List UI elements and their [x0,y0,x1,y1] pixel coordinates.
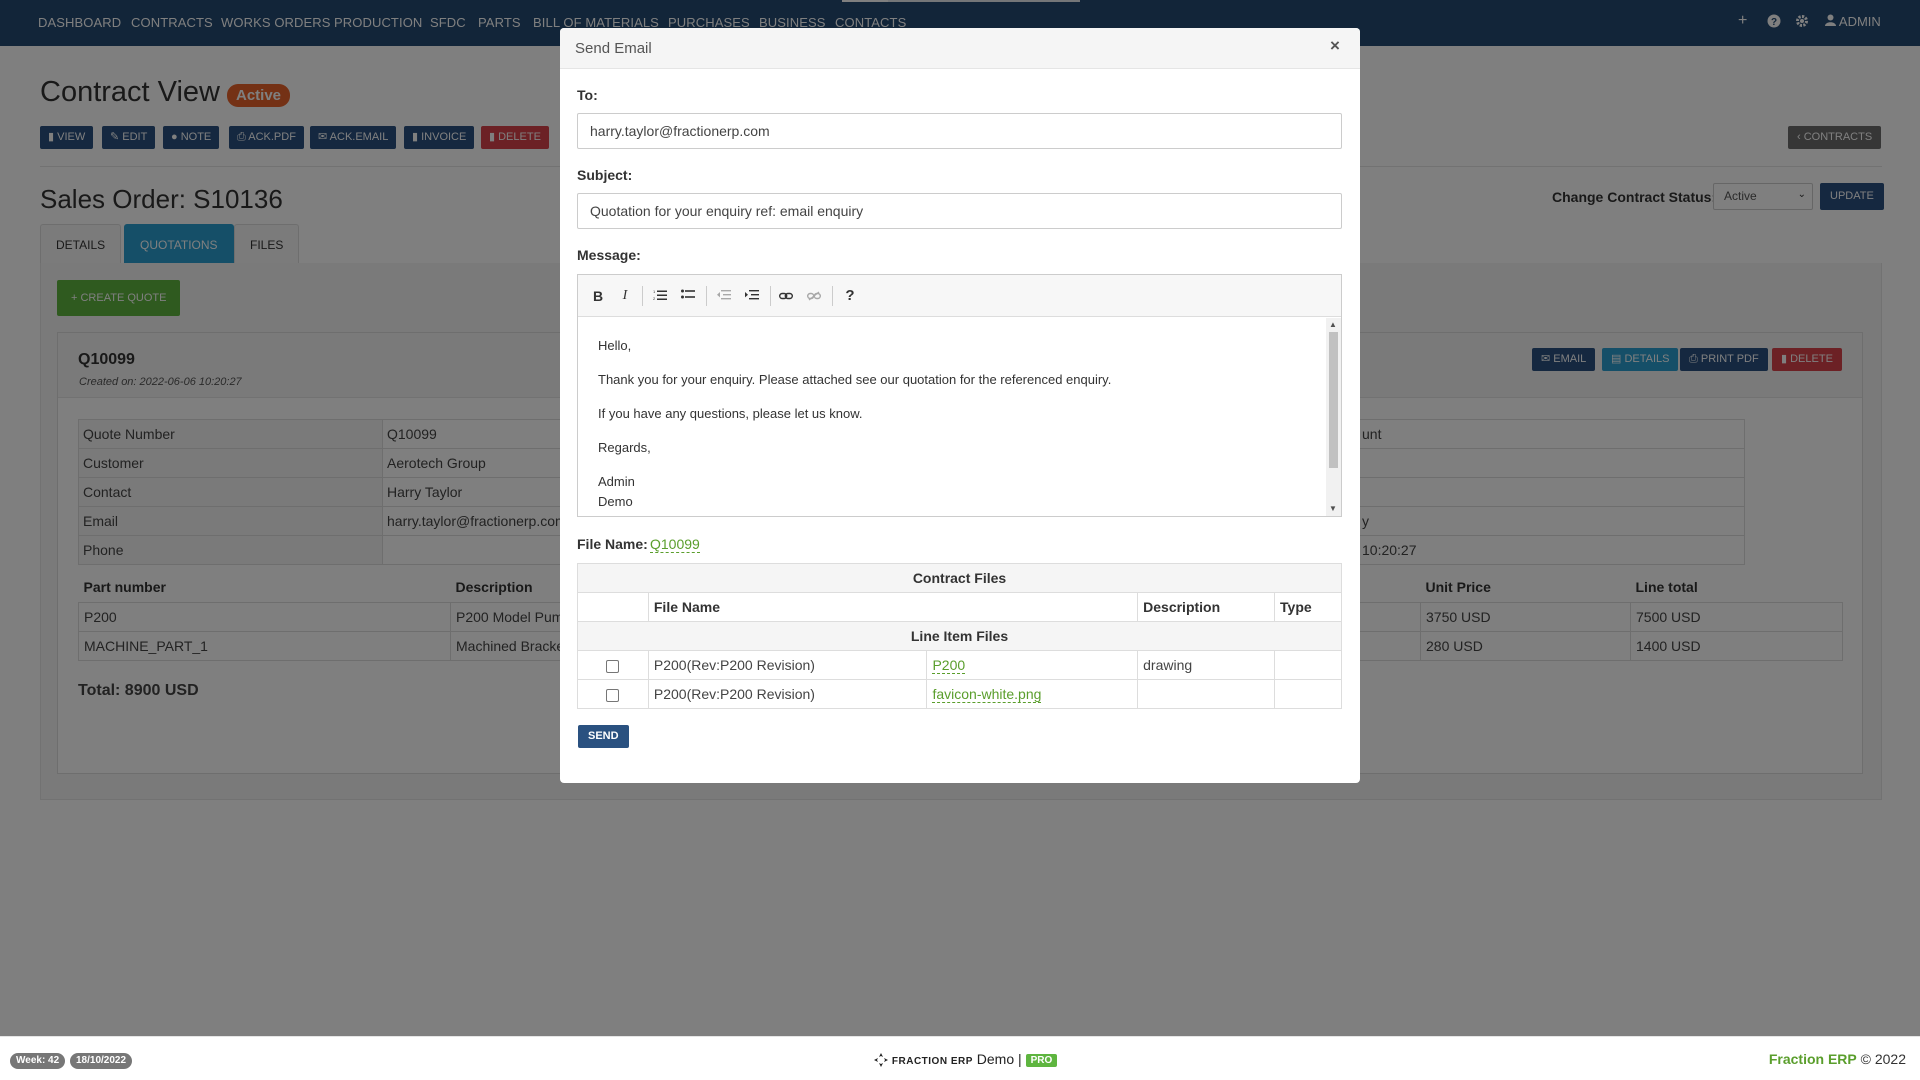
file-checkbox[interactable] [606,659,620,673]
message-line: Regards, [598,440,651,455]
file-link[interactable]: P200 [932,657,966,674]
message-line: Hello, [598,338,632,353]
fraction-logo-icon [874,1053,888,1068]
week-badge: Week: 42 [10,1053,66,1069]
italic-icon[interactable]: I [613,284,637,308]
footer: Week: 42 18/10/2022 FRACTION ERP Demo | … [0,1036,1920,1080]
send-button[interactable]: SEND [578,725,629,748]
table-row: P200(Rev:P200 Revision) P200 drawing [577,650,1342,680]
file-name-label: File Name: [577,536,648,552]
file-link[interactable]: favicon-white.png [932,686,1042,703]
scroll-down-icon[interactable]: ▼ [1329,504,1337,513]
subject-field[interactable]: Quotation for your enquiry ref: email en… [577,193,1342,229]
table-caption-row: Line Item Files [577,621,1342,651]
message-editor: B I 12 ? Hello, Thank you for your enqui… [577,274,1342,517]
modal-title: Send Email [575,40,652,57]
line-item-files-caption: Line Item Files [577,621,1342,651]
send-email-modal: Send Email × To: harry.taylor@fractioner… [560,28,1360,783]
app-page: DASHBOARD CONTRACTS WORKS ORDERS PRODUCT… [0,0,1920,1080]
close-icon[interactable]: × [1330,36,1340,56]
date-badge: 18/10/2022 [70,1053,133,1069]
editor-toolbar: B I 12 ? [578,275,1341,317]
to-field[interactable]: harry.taylor@fractionerp.com [577,113,1342,149]
contract-files-table: Contract Files File Name Description Typ… [577,563,1342,709]
contract-files-caption: Contract Files [577,563,1342,593]
svg-text:2: 2 [653,296,656,301]
message-line: If you have any questions, please let us… [598,406,863,421]
pro-badge: PRO [1025,1053,1058,1067]
svg-text:1: 1 [653,289,656,294]
toolbar-separator [832,286,833,306]
bullet-list-icon[interactable] [676,284,700,308]
editor-body[interactable]: Hello, Thank you for your enquiry. Pleas… [578,318,1324,516]
scrollbar-thumb[interactable] [1329,332,1338,468]
table-row: P200(Rev:P200 Revision) favicon-white.pn… [577,679,1342,709]
message-line: Demo [598,494,633,509]
outdent-icon[interactable] [712,284,736,308]
message-line: Admin [598,474,635,489]
footer-brand: FRACTION ERP Demo | PRO [874,1051,1058,1068]
scroll-up-icon[interactable]: ▲ [1329,320,1337,329]
table-caption-row: Contract Files [577,563,1342,593]
to-label: To: [577,87,598,103]
toolbar-separator [770,286,771,306]
table-header-row: File Name Description Type [577,592,1342,622]
file-checkbox[interactable] [606,688,620,702]
help-icon[interactable]: ? [838,284,862,308]
footer-copyright: Fraction ERP © 2022 [1768,1051,1906,1067]
link-icon[interactable] [774,284,798,308]
subject-label: Subject: [577,167,633,183]
message-line: Thank you for your enquiry. Please attac… [598,372,1112,387]
toolbar-separator [706,286,707,306]
message-label: Message: [577,247,641,263]
editor-scrollbar[interactable]: ▲ ▼ [1326,318,1341,516]
bold-icon[interactable]: B [586,284,610,308]
unlink-icon[interactable] [802,284,826,308]
toolbar-separator [642,286,643,306]
indent-icon[interactable] [740,284,764,308]
ordered-list-icon[interactable]: 12 [648,284,672,308]
modal-header: Send Email × [560,28,1360,69]
file-name-value[interactable]: Q10099 [650,536,700,553]
